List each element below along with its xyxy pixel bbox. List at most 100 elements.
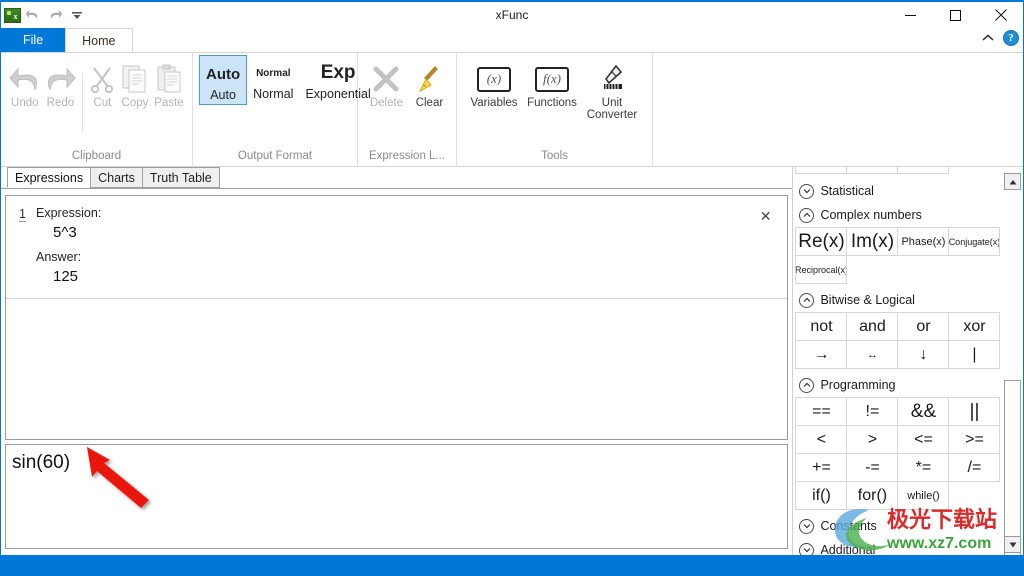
function-button-implication[interactable]: → [795,340,848,369]
function-panel-scrollbar[interactable] [1004,173,1021,555]
section-constants[interactable]: Constants [795,514,1004,538]
function-button-gte[interactable]: >= [948,425,1001,454]
section-additional[interactable]: Additional [795,538,1004,555]
expression-row[interactable]: 1 Expression: 5^3 Answer: 125 ✕ [6,196,788,299]
function-button-lte[interactable]: <= [897,425,950,454]
function-button-or[interactable]: or [897,312,950,341]
function-button-partial-2[interactable] [846,167,899,174]
help-icon[interactable]: ? [1003,30,1019,46]
function-button-logical-or[interactable]: || [948,397,1001,426]
broom-icon [415,61,443,97]
function-button-neq[interactable]: != [846,397,899,426]
close-icon[interactable]: ✕ [760,208,772,225]
section-bitwise-logical[interactable]: Bitwise & Logical [795,288,1004,312]
section-label-complex-numbers: Complex numbers [820,208,922,222]
scrollbar-thumb[interactable] [1004,380,1021,555]
cut-button[interactable]: Cut [87,57,118,110]
undo-label: Undo [11,97,39,109]
ribbon-tab-strip: File Home ? [1,28,1023,52]
chevron-up-icon[interactable] [799,292,815,308]
function-button-not[interactable]: not [795,312,848,341]
tab-expressions[interactable]: Expressions [7,167,92,188]
function-button-lt[interactable]: < [795,425,848,454]
undo-button[interactable]: Undo [7,57,43,110]
format-normal-button[interactable]: Normal Normal [247,55,299,103]
chevron-down-icon[interactable] [799,183,815,199]
maximize-button[interactable] [933,2,978,28]
view-tab-strip: Expressions Charts Truth Table [1,167,793,189]
clear-button[interactable]: Clear [409,57,450,110]
function-button-and[interactable]: and [846,312,899,341]
format-auto-button[interactable]: Auto Auto [199,55,248,105]
copy-button[interactable]: Copy [118,57,152,110]
tab-home[interactable]: Home [65,28,133,52]
unit-converter-button[interactable]: Unit Converter [581,57,643,121]
quick-access-toolbar: x [1,5,87,25]
expression-input[interactable]: sin(60) [5,444,789,549]
function-button-for[interactable]: for() [846,481,899,510]
function-button-gt[interactable]: > [846,425,899,454]
function-button-xor[interactable]: xor [948,312,1001,341]
minimize-button[interactable] [888,2,933,28]
delete-x-icon [371,61,401,97]
scrollbar-track[interactable] [1004,190,1021,555]
function-row-bitwise-2: → ↔ ↓ | [795,340,1004,369]
function-button-logical-and[interactable]: && [897,397,950,426]
tab-charts[interactable]: Charts [90,167,143,188]
group-label-output-format: Output Format [237,150,313,162]
function-row-bitwise-1: not and or xor [795,312,1004,341]
function-button-partial-1[interactable] [795,167,848,174]
function-row-programming-4: if() for() while() [795,481,1004,510]
status-bar [1,555,1023,576]
function-button-re[interactable]: Re(x) [795,227,848,256]
tab-truth-table[interactable]: Truth Table [141,167,220,188]
tab-file[interactable]: File [1,28,66,52]
chevron-up-icon[interactable] [981,31,995,46]
chevron-down-icon[interactable] [67,5,87,25]
function-button-conjugate[interactable]: Conjugate(x) [948,227,1001,256]
delete-button[interactable]: Delete [364,57,409,110]
function-button-add-assign[interactable]: += [795,453,848,482]
function-button-mul-assign[interactable]: *= [897,453,950,482]
chevron-down-icon[interactable] [799,518,815,534]
section-label-programming: Programming [820,378,896,392]
variables-button[interactable]: (x) Variables [465,57,523,110]
scroll-down-button[interactable] [1004,536,1021,553]
window-title: xFunc [495,8,529,22]
function-button-partial-3[interactable] [897,167,950,174]
function-row-complex-2: Reciprocal(x) [795,255,1004,284]
function-button-if[interactable]: if() [795,481,848,510]
chevron-up-icon[interactable] [799,377,815,393]
ribbon-group-clipboard: Undo Redo Cut Copy Paste Clipboard [1,53,193,167]
chevron-up-icon[interactable] [799,207,815,223]
functions-fx-icon: f(x) [535,61,569,97]
section-statistical[interactable]: Statistical [795,179,1004,203]
function-row-complex-1: Re(x) Im(x) Phase(x) Conjugate(x) [795,227,1004,256]
function-button-equality[interactable]: ↔ [846,340,899,369]
function-button-while[interactable]: while() [897,481,950,510]
unit-converter-label: Unit Converter [586,97,638,121]
function-button-nand[interactable]: | [948,340,1001,369]
function-button-phase[interactable]: Phase(x) [897,227,950,256]
application-window: x xFunc File Home ? Undo Redo Cut Copy P… [0,0,1024,576]
expression-input-text[interactable]: sin(60) [6,445,787,481]
paste-button[interactable]: Paste [152,57,186,110]
functions-button[interactable]: f(x) Functions [523,57,581,110]
redo-icon[interactable] [45,5,65,25]
function-button-im[interactable]: Im(x) [846,227,899,256]
section-programming[interactable]: Programming [795,373,1004,397]
close-button[interactable] [978,2,1023,28]
function-button-nor[interactable]: ↓ [897,340,950,369]
scroll-up-button[interactable] [1004,173,1021,190]
function-button-sub-assign[interactable]: -= [846,453,899,482]
section-complex-numbers[interactable]: Complex numbers [795,203,1004,227]
chevron-down-icon[interactable] [799,542,815,555]
cut-label: Cut [93,97,112,109]
function-button-div-assign[interactable]: /= [948,453,1001,482]
function-button-eq[interactable]: == [795,397,848,426]
redo-button[interactable]: Redo [43,57,79,110]
undo-icon[interactable] [23,5,43,25]
title-bar: x xFunc [1,2,1023,28]
expression-list[interactable]: 1 Expression: 5^3 Answer: 125 ✕ [5,195,789,440]
function-button-reciprocal[interactable]: Reciprocal(x) [795,255,848,284]
